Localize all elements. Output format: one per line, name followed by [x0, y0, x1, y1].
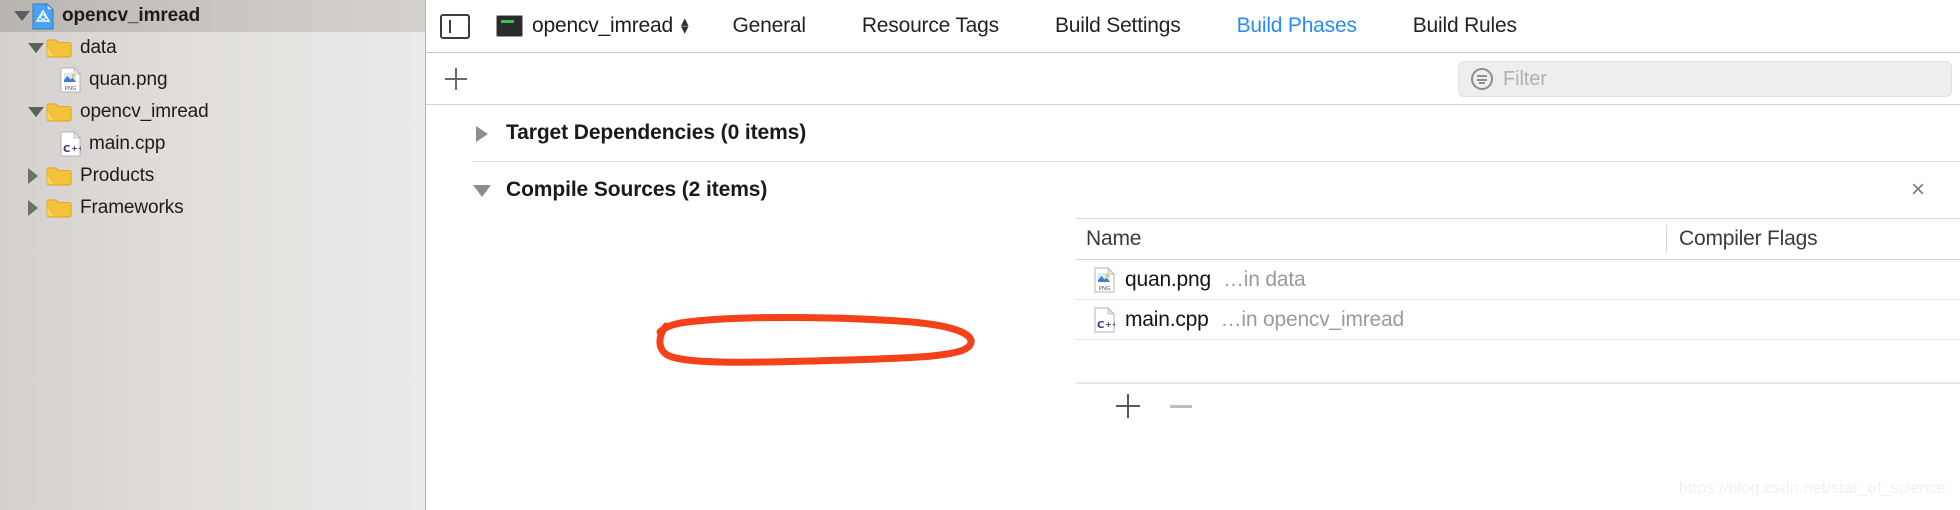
navigator-pane-toggle-icon[interactable] [440, 13, 470, 39]
row-location: …in opencv_imread [1220, 307, 1405, 331]
build-phases-toolbar: Filter [426, 53, 1960, 105]
tab-resource-tags[interactable]: Resource Tags [862, 14, 999, 38]
tab-build-phases[interactable]: Build Phases [1237, 14, 1357, 38]
navigator-project-row[interactable]: opencv_imread [0, 0, 425, 32]
table-row[interactable]: C ++ main.cpp …in opencv_imread [1076, 300, 1960, 340]
cpp-file-icon: C ++ [60, 131, 81, 157]
table-footer-controls [426, 384, 1960, 428]
svg-text:PNG: PNG [1099, 286, 1111, 292]
folder-icon [46, 166, 72, 186]
folder-icon [46, 38, 72, 58]
column-header-name[interactable]: Name [1076, 227, 1666, 251]
xcode-window: opencv_imread data PNG quan.png opencv_i… [0, 0, 1960, 510]
sidebar-item-label: Products [80, 165, 155, 186]
up-down-chevron-icon[interactable]: ▴ ▾ [681, 14, 689, 38]
tab-build-settings[interactable]: Build Settings [1055, 14, 1181, 38]
sidebar-item-main-cpp[interactable]: C ++ main.cpp [0, 128, 425, 160]
target-app-icon [496, 15, 523, 37]
tab-build-rules[interactable]: Build Rules [1413, 14, 1517, 38]
triangle-down-icon[interactable] [24, 37, 46, 59]
svg-text:C: C [1097, 320, 1104, 331]
phase-header[interactable]: Compile Sources (2 items) × [426, 162, 1960, 218]
target-editor-tabbar: opencv_imread ▴ ▾ General Resource Tags B… [426, 0, 1960, 53]
remove-file-button [1170, 404, 1192, 408]
png-file-icon: PNG [1094, 266, 1115, 293]
navigator-project-label: opencv_imread [62, 5, 201, 26]
xcode-project-icon [32, 2, 54, 30]
folder-icon [46, 198, 72, 218]
project-navigator[interactable]: opencv_imread data PNG quan.png opencv_i… [0, 0, 426, 510]
add-build-phase-button[interactable] [444, 67, 468, 91]
phase-target-dependencies: Target Dependencies (0 items) [426, 105, 1960, 162]
row-name-cell[interactable]: C ++ main.cpp …in opencv_imread [1076, 306, 1666, 333]
editor-area: opencv_imread ▴ ▾ General Resource Tags B… [426, 0, 1960, 510]
sidebar-item-label: opencv_imread [80, 101, 209, 122]
triangle-right-icon[interactable] [472, 123, 492, 143]
triangle-right-icon[interactable] [24, 197, 46, 219]
tab-general[interactable]: General [733, 14, 807, 38]
sidebar-item-label: main.cpp [89, 133, 166, 154]
triangle-down-icon[interactable] [24, 101, 46, 123]
table-header-row: Name Compiler Flags [1076, 218, 1960, 260]
row-location: …in data [1223, 267, 1306, 291]
sidebar-item-products[interactable]: Products [0, 160, 425, 192]
sidebar-item-label: data [80, 37, 117, 58]
column-header-compiler-flags[interactable]: Compiler Flags [1666, 225, 1960, 253]
sidebar-item-label: Frameworks [80, 197, 184, 218]
svg-text:++: ++ [71, 144, 81, 153]
table-row[interactable]: PNG quan.png …in data [1076, 260, 1960, 300]
png-file-icon: PNG [60, 67, 81, 93]
close-icon[interactable]: × [1906, 178, 1930, 202]
row-compiler-flags-cell[interactable] [1666, 260, 1960, 299]
row-compiler-flags-cell[interactable] [1666, 300, 1960, 339]
add-file-button[interactable] [1116, 394, 1140, 418]
phase-header[interactable]: Target Dependencies (0 items) [426, 105, 1960, 161]
triangle-right-icon[interactable] [24, 165, 46, 187]
target-name-label: opencv_imread [532, 14, 673, 37]
cpp-file-icon: C ++ [1094, 306, 1115, 333]
row-name-cell[interactable]: PNG quan.png …in data [1076, 266, 1666, 293]
watermark: https://blog.csdn.net/star_of_science [1678, 480, 1946, 497]
row-filename: main.cpp [1125, 307, 1209, 331]
svg-text:++: ++ [1105, 320, 1115, 329]
sidebar-item-quan-png[interactable]: PNG quan.png [0, 64, 425, 96]
folder-icon [46, 102, 72, 122]
triangle-down-icon[interactable] [472, 180, 492, 200]
phase-title: Compile Sources (2 items) [506, 178, 768, 201]
sidebar-item-label: quan.png [89, 69, 168, 90]
phase-title: Target Dependencies (0 items) [506, 121, 807, 144]
filter-placeholder: Filter [1503, 67, 1547, 90]
build-phases-list: Target Dependencies (0 items) Compile So… [426, 105, 1960, 510]
sidebar-item-data[interactable]: data [0, 32, 425, 64]
svg-text:PNG: PNG [65, 86, 77, 92]
row-filename: quan.png [1125, 267, 1211, 291]
sidebar-item-opencv-imread[interactable]: opencv_imread [0, 96, 425, 128]
sidebar-item-frameworks[interactable]: Frameworks [0, 192, 425, 224]
filter-icon [1471, 68, 1493, 90]
compile-sources-table: Name Compiler Flags PNG quan.png …in dat… [1076, 218, 1960, 340]
filter-field[interactable]: Filter [1458, 61, 1952, 97]
svg-text:C: C [63, 144, 70, 155]
triangle-down-icon[interactable] [10, 5, 32, 27]
target-selector[interactable]: opencv_imread ▴ ▾ [496, 14, 689, 38]
phase-compile-sources: Compile Sources (2 items) × Name Compile… [426, 162, 1960, 428]
